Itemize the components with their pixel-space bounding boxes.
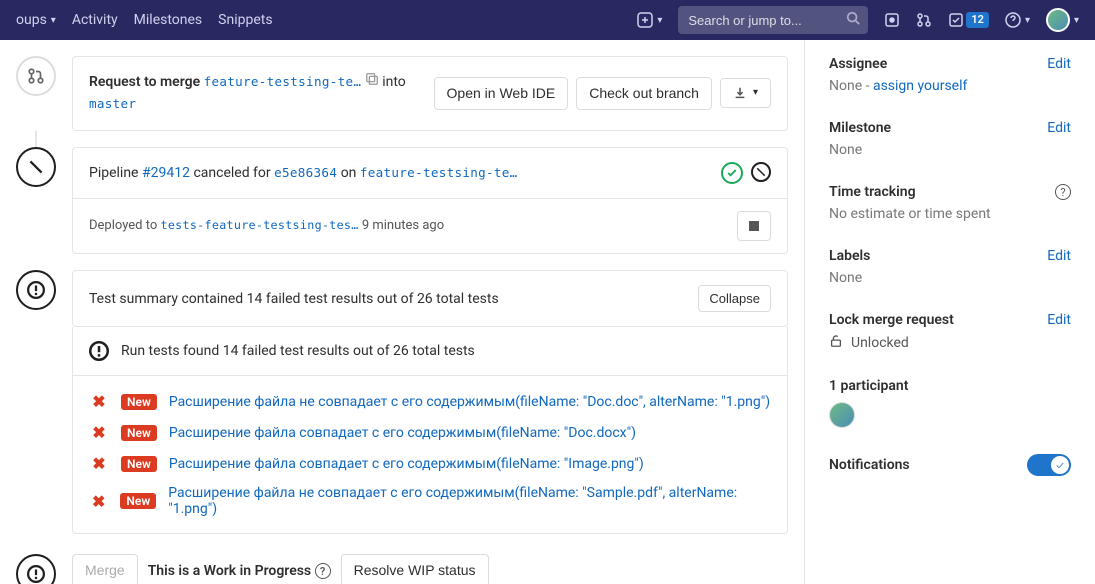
- nav-todos[interactable]: 12: [948, 12, 989, 28]
- failed-test-row: ✖ New Расширение файла совпадает с его сод…: [89, 417, 771, 448]
- time-tracking-value: No estimate or time spent: [829, 206, 1071, 222]
- failed-test-row: ✖ New Расширение файла не совпадает с его …: [89, 386, 771, 417]
- failed-test-row: ✖ New Расширение файла совпадает с его сод…: [89, 448, 771, 479]
- chevron-down-icon: ▾: [51, 15, 56, 26]
- assignee-edit[interactable]: Edit: [1047, 56, 1071, 72]
- new-badge: New: [121, 394, 157, 410]
- download-dropdown[interactable]: ▾: [720, 78, 771, 108]
- search-input[interactable]: [688, 13, 838, 28]
- failed-test-row: ✖ New Расширение файла не совпадает с его …: [89, 479, 771, 523]
- deployed-to-label: Deployed to: [89, 218, 157, 233]
- milestone-value: None: [829, 142, 1071, 158]
- failed-test-link[interactable]: Расширение файла совпадает с его содержи…: [169, 425, 636, 441]
- request-to-merge-label: Request to merge: [89, 74, 200, 90]
- notifications-title: Notifications: [829, 457, 910, 473]
- target-branch[interactable]: master: [89, 96, 136, 111]
- checkout-branch-button[interactable]: Check out branch: [576, 77, 712, 110]
- assignee-none: None -: [829, 78, 869, 94]
- chevron-down-icon: ▾: [753, 87, 758, 99]
- fail-icon: ✖: [89, 454, 109, 473]
- new-badge: New: [121, 425, 157, 441]
- warning-icon: [16, 270, 56, 310]
- help-icon[interactable]: ?: [315, 563, 331, 579]
- warning-icon: [16, 554, 56, 584]
- merge-button[interactable]: Merge: [72, 554, 138, 584]
- pipeline-label: Pipeline: [89, 165, 139, 181]
- todo-count: 12: [966, 12, 989, 28]
- copy-branch-icon[interactable]: [365, 74, 382, 90]
- source-branch[interactable]: feature-testsing-te…: [204, 74, 362, 89]
- fail-icon: ✖: [89, 392, 109, 411]
- participants-text: 1 participant: [829, 378, 1071, 394]
- notifications-toggle[interactable]: ✓: [1027, 454, 1071, 476]
- labels-value: None: [829, 270, 1071, 286]
- failed-test-link[interactable]: Расширение файла совпадает с его содержи…: [169, 456, 644, 472]
- new-badge: New: [121, 456, 157, 472]
- labels-edit[interactable]: Edit: [1047, 248, 1071, 264]
- nav-milestones[interactable]: Milestones: [134, 12, 203, 28]
- nav-user-menu[interactable]: ▾: [1046, 8, 1079, 32]
- chevron-down-icon: ▾: [1074, 15, 1079, 26]
- pipeline-stage-success-icon[interactable]: [721, 162, 743, 184]
- unlock-icon: [829, 334, 843, 352]
- participant-avatar[interactable]: [829, 402, 855, 428]
- assign-yourself-link[interactable]: assign yourself: [873, 78, 967, 94]
- search-icon: [846, 11, 860, 29]
- time-tracking-title: Time tracking: [829, 184, 916, 200]
- top-navbar: oups ▾ Activity Milestones Snippets ▾: [0, 0, 1095, 40]
- nav-help[interactable]: ▾: [1005, 12, 1030, 28]
- run-tests-text: Run tests found 14 failed test results o…: [121, 343, 475, 359]
- new-badge: New: [120, 493, 156, 509]
- search-box[interactable]: [678, 6, 868, 34]
- pipeline-stage-canceled-icon[interactable]: [751, 162, 771, 182]
- nav-issues-icon[interactable]: [884, 12, 900, 28]
- failed-test-link[interactable]: Расширение файла не совпадает с его соде…: [168, 485, 771, 517]
- nav-plus-button[interactable]: ▾: [637, 12, 662, 28]
- nav-mr-icon[interactable]: [916, 12, 932, 28]
- pipeline-id[interactable]: #29412: [142, 165, 190, 181]
- test-summary-text: Test summary contained 14 failed test re…: [89, 291, 499, 307]
- fail-icon: ✖: [89, 423, 109, 442]
- stop-environment-button[interactable]: [737, 211, 771, 241]
- pipeline-canceled-text: canceled for: [193, 165, 270, 181]
- open-web-ide-button[interactable]: Open in Web IDE: [434, 77, 569, 110]
- help-icon[interactable]: ?: [1055, 184, 1071, 200]
- lock-edit[interactable]: Edit: [1047, 312, 1071, 328]
- milestone-edit[interactable]: Edit: [1047, 120, 1071, 136]
- stop-icon: [749, 221, 759, 231]
- nav-groups[interactable]: oups ▾: [16, 12, 56, 28]
- deploy-time: 9 minutes ago: [362, 218, 444, 233]
- nav-snippets[interactable]: Snippets: [218, 12, 272, 28]
- chevron-down-icon: ▾: [657, 15, 662, 26]
- right-sidebar: Assignee Edit None - assign yourself Mil…: [805, 40, 1095, 584]
- pipeline-on-text: on: [341, 165, 357, 181]
- pipeline-branch[interactable]: feature-testsing-te…: [360, 165, 518, 180]
- deploy-env[interactable]: tests-feature-testsing-tes…: [161, 218, 359, 232]
- lock-value: Unlocked: [851, 335, 909, 351]
- check-icon: ✓: [1051, 456, 1069, 474]
- failed-tests-list[interactable]: ✖ New Расширение файла не совпадает с его …: [73, 375, 787, 533]
- pipeline-canceled-icon: [16, 147, 56, 187]
- fail-icon: ✖: [89, 492, 108, 511]
- failed-test-link[interactable]: Расширение файла не совпадает с его соде…: [169, 394, 770, 410]
- lock-title: Lock merge request: [829, 312, 954, 328]
- wip-text: This is a Work in Progress ?: [148, 563, 331, 580]
- avatar: [1046, 8, 1070, 32]
- resolve-wip-button[interactable]: Resolve WIP status: [341, 554, 489, 584]
- assignee-title: Assignee: [829, 56, 887, 72]
- nav-activity[interactable]: Activity: [72, 12, 118, 28]
- mr-icon: [16, 56, 56, 96]
- labels-title: Labels: [829, 248, 870, 264]
- milestone-title: Milestone: [829, 120, 891, 136]
- main-content: Request to merge feature-testsing-te… in…: [0, 40, 805, 584]
- chevron-down-icon: ▾: [1025, 15, 1030, 26]
- warning-icon: [89, 341, 109, 361]
- pipeline-sha[interactable]: e5e86364: [274, 165, 337, 180]
- collapse-button[interactable]: Collapse: [698, 285, 771, 313]
- into-label: into: [382, 74, 406, 90]
